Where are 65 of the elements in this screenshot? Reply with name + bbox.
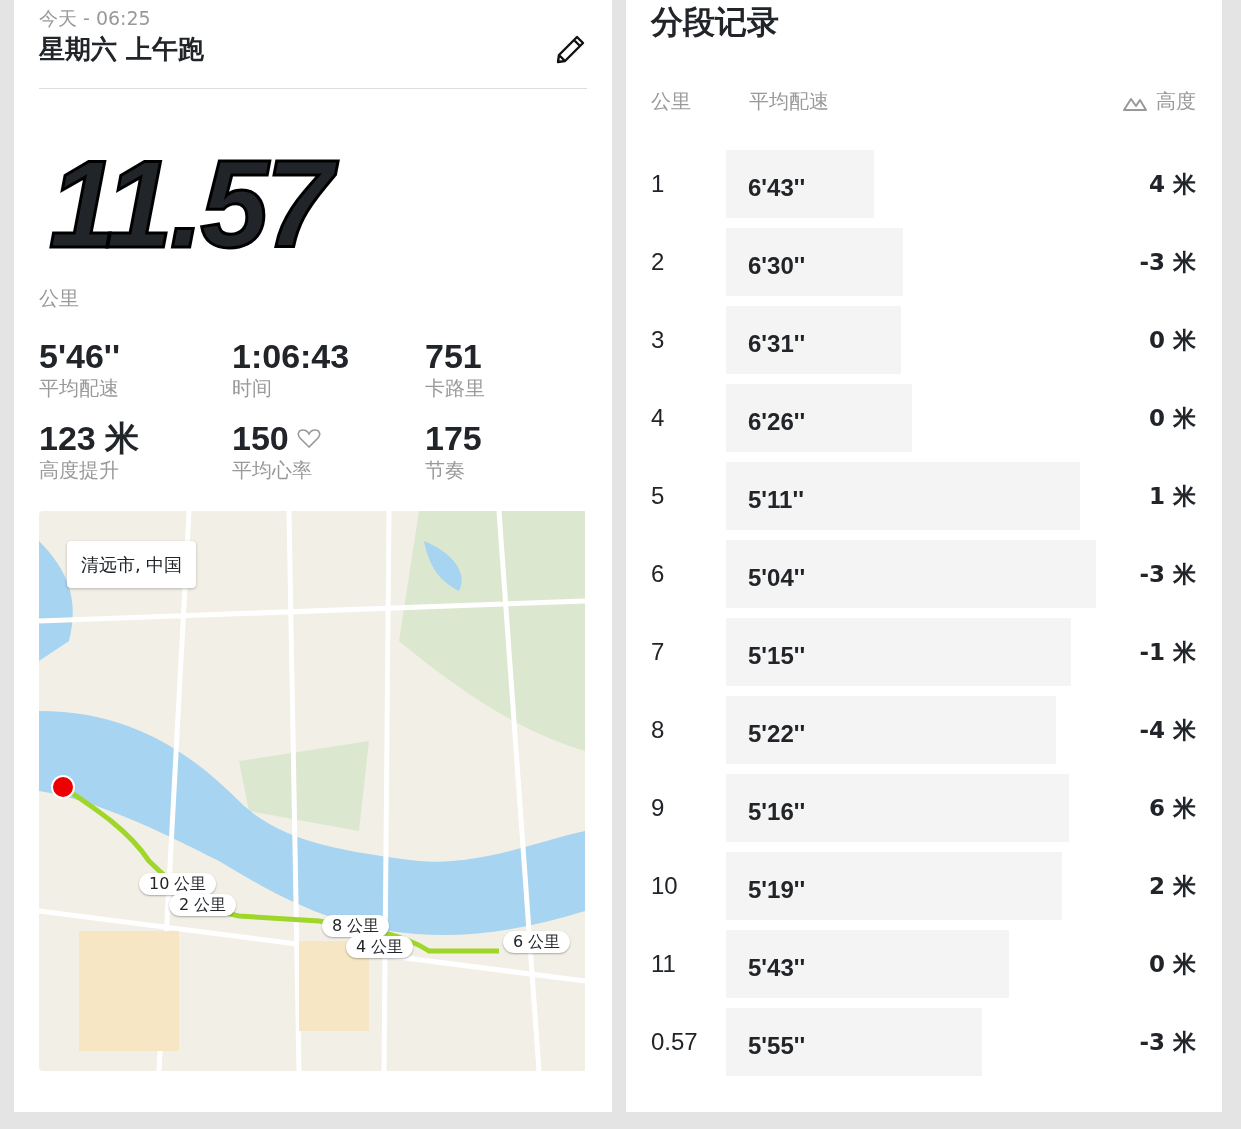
split-elevation: 0 米 xyxy=(1148,949,1196,979)
stat-label: 平均配速 xyxy=(39,375,120,401)
split-pace: 5'11'' xyxy=(747,485,804,515)
column-header: 高度 xyxy=(1156,88,1196,115)
column-header: 平均配速 xyxy=(749,88,829,115)
stat-label: 高度提升 xyxy=(39,457,120,483)
split-km: 6 xyxy=(651,559,666,589)
activity-title: 星期六 上午跑 xyxy=(39,33,205,66)
split-km: 7 xyxy=(651,637,666,667)
split-pace: 5'22'' xyxy=(747,719,806,749)
split-pace: 5'43'' xyxy=(747,953,806,983)
split-elevation: 6 米 xyxy=(1148,793,1196,823)
split-elevation: -4 米 xyxy=(1138,715,1196,745)
stat-value: 150 xyxy=(232,419,289,457)
stat-value: 175 xyxy=(425,419,482,457)
stat-value: 1:06:43 xyxy=(232,337,350,375)
split-km: 1 xyxy=(651,169,666,199)
split-elevation: 0 米 xyxy=(1148,403,1196,433)
stat-value: 5'46'' xyxy=(39,337,120,375)
heart-icon xyxy=(296,427,321,449)
distance-marker: 2 公里 xyxy=(169,894,237,916)
stat-label: 时间 xyxy=(232,375,273,401)
split-km: 2 xyxy=(651,247,666,277)
splits-title: 分段记录 xyxy=(651,2,780,42)
split-km: 5 xyxy=(651,481,666,511)
split-pace: 6'31'' xyxy=(747,329,806,359)
split-km: 10 xyxy=(651,871,679,901)
stat-label: 卡路里 xyxy=(425,375,486,401)
distance-marker: 8 公里 xyxy=(322,915,390,937)
split-km: 3 xyxy=(651,325,666,355)
split-elevation: 4 米 xyxy=(1148,169,1196,199)
distance-value: 11.57 xyxy=(49,141,587,267)
split-pace: 6'30'' xyxy=(747,251,806,281)
stat-label: 平均心率 xyxy=(232,457,313,483)
split-elevation: -1 米 xyxy=(1138,637,1196,667)
split-elevation: -3 米 xyxy=(1138,1027,1196,1057)
split-pace: 5'15'' xyxy=(747,641,806,671)
split-km: 11 xyxy=(651,949,677,979)
distance-marker: 4 公里 xyxy=(346,936,414,958)
split-elevation: 2 米 xyxy=(1148,871,1196,901)
split-km: 9 xyxy=(651,793,666,823)
split-elevation: 1 米 xyxy=(1148,481,1196,511)
stat-label: 节奏 xyxy=(425,457,466,483)
split-pace: 5'55'' xyxy=(747,1031,806,1061)
distance-unit: 公里 xyxy=(39,285,80,312)
split-elevation: -3 米 xyxy=(1138,247,1196,277)
location-label: 清远市, 中国 xyxy=(67,541,197,588)
split-km: 8 xyxy=(651,715,666,745)
split-pace: 5'16'' xyxy=(747,797,806,827)
split-pace: 6'43'' xyxy=(747,173,806,203)
edit-button[interactable] xyxy=(555,33,587,65)
pencil-icon xyxy=(555,33,587,65)
split-pace: 6'26'' xyxy=(747,407,806,437)
date-time: 今天 - 06:25 xyxy=(39,6,152,31)
split-km: 4 xyxy=(651,403,666,433)
split-elevation: -3 米 xyxy=(1138,559,1196,589)
stat-value: 123 米 xyxy=(39,419,140,457)
split-pace: 5'04'' xyxy=(747,563,806,593)
distance-marker: 6 公里 xyxy=(503,931,571,953)
stat-value: 751 xyxy=(425,337,482,375)
column-header: 公里 xyxy=(651,88,692,115)
split-km: 0.57 xyxy=(651,1027,699,1057)
split-pace: 5'19'' xyxy=(747,875,806,905)
distance-marker: 10 公里 xyxy=(139,873,217,895)
split-elevation: 0 米 xyxy=(1148,325,1196,355)
